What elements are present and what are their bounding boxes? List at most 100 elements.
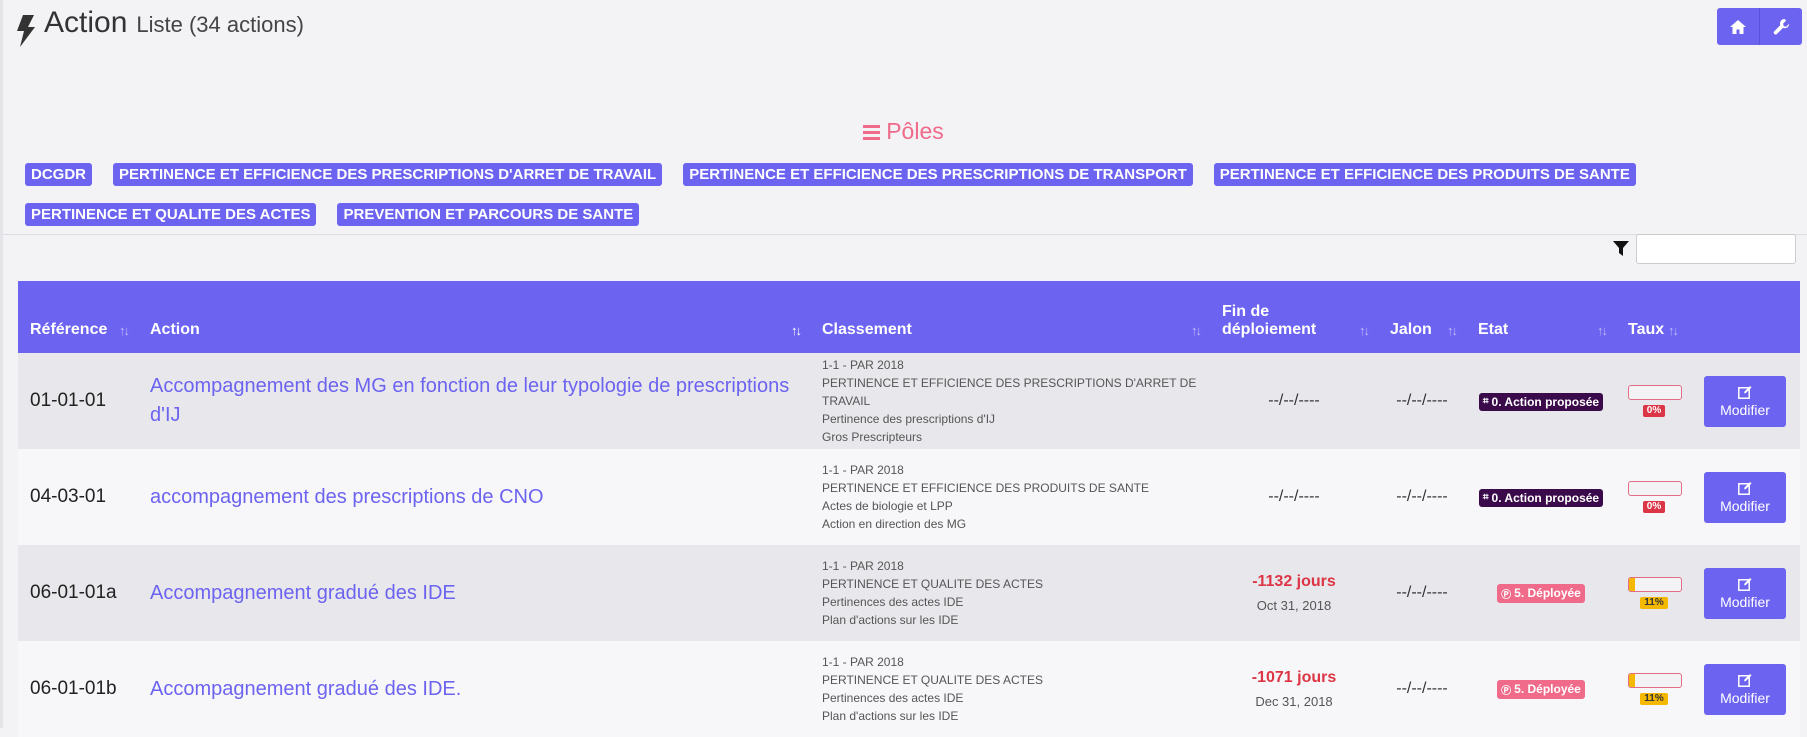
settings-button[interactable] xyxy=(1759,8,1802,45)
header-jalon[interactable]: Jalon ↑↓ xyxy=(1378,281,1466,353)
header-actions xyxy=(1692,281,1800,353)
cell-jalon: --/--/---- xyxy=(1378,545,1466,641)
modify-label: Modifier xyxy=(1720,497,1770,514)
page-subtitle: Liste (34 actions) xyxy=(136,12,304,37)
classement-line: PERTINENCE ET QUALITE DES ACTES xyxy=(822,577,1043,591)
status-badge: Ⓟ 5. Déployée xyxy=(1497,679,1585,699)
action-link[interactable]: accompagnement des prescriptions de CNO xyxy=(150,486,544,508)
action-link[interactable]: Accompagnement gradué des IDE xyxy=(150,582,456,604)
table-header-row: Référence ↑↓ Action ↑↓ Classement ↑↓ Fin de… xyxy=(18,281,1800,353)
cell-action: accompagnement des prescriptions de CNO xyxy=(138,449,810,545)
header-etat[interactable]: Etat ↑↓ xyxy=(1466,281,1616,353)
action-link[interactable]: Accompagnement gradué des IDE. xyxy=(150,678,461,700)
classement-line: Actes de biologie et LPP xyxy=(822,499,953,513)
classement-line: 1-1 - PAR 2018 xyxy=(822,559,904,573)
cell-classement: 1-1 - PAR 2018 PERTINENCE ET QUALITE DES… xyxy=(810,641,1210,737)
progress-label: 11% xyxy=(1640,596,1668,609)
cell-fin-deploiement: -1132 jours Oct 31, 2018 xyxy=(1210,545,1378,641)
edit-icon xyxy=(1738,577,1752,591)
fin-deploiement-date: Dec 31, 2018 xyxy=(1255,694,1333,709)
header-reference-label: Référence xyxy=(30,321,108,338)
actions-table: Référence ↑↓ Action ↑↓ Classement ↑↓ Fin de… xyxy=(18,281,1800,737)
pole-badge[interactable]: DCGDR xyxy=(25,163,92,186)
reference-text: 01-01-01 xyxy=(30,390,107,411)
cell-fin-deploiement: -1071 jours Dec 31, 2018 xyxy=(1210,641,1378,737)
cell-modify: Modifier xyxy=(1692,353,1800,449)
status-badge: ⌗ 0. Action proposée xyxy=(1478,488,1604,507)
status-label: 5. Déployée xyxy=(1514,586,1581,600)
cell-taux: 0% xyxy=(1616,353,1692,449)
sort-icon: ↑↓ xyxy=(1668,323,1679,338)
bolt-icon xyxy=(17,15,35,47)
edit-icon xyxy=(1738,481,1752,495)
classement-line: 1-1 - PAR 2018 xyxy=(822,463,904,477)
header-reference[interactable]: Référence ↑↓ xyxy=(18,281,138,353)
cell-taux: 11% xyxy=(1616,641,1692,737)
cell-action: Accompagnement des MG en fonction de leu… xyxy=(138,353,810,449)
classement-line: PERTINENCE ET EFFICIENCE DES PRESCRIPTIO… xyxy=(822,376,1197,408)
cell-reference: 06-01-01a xyxy=(18,545,138,641)
classement-line: Gros Prescripteurs xyxy=(822,430,923,444)
circle-p-icon: Ⓟ xyxy=(1501,685,1512,697)
cell-taux: 0% xyxy=(1616,449,1692,545)
header-fin-deploiement[interactable]: Fin de déploiement ↑↓ xyxy=(1210,281,1378,353)
cell-jalon: --/--/---- xyxy=(1378,449,1466,545)
modify-button[interactable]: Modifier xyxy=(1704,471,1786,523)
modify-button[interactable]: Modifier xyxy=(1704,375,1786,427)
pole-badge[interactable]: PREVENTION ET PARCOURS DE SANTE xyxy=(337,203,640,226)
status-badge: ⌗ 0. Action proposée xyxy=(1478,392,1604,411)
progress-label: 0% xyxy=(1642,500,1666,513)
status-badge: Ⓟ 5. Déployée xyxy=(1497,583,1585,603)
cell-reference: 04-03-01 xyxy=(18,449,138,545)
sort-icon: ↑↓ xyxy=(1359,323,1370,338)
reference-text: 04-03-01 xyxy=(30,486,107,507)
progress-bar xyxy=(1628,576,1682,592)
modify-label: Modifier xyxy=(1720,689,1770,706)
file-icon: ⌗ xyxy=(1482,492,1489,504)
jalon-value: --/--/---- xyxy=(1396,584,1448,601)
classement-line: Plan d'actions sur les IDE xyxy=(822,613,959,627)
poles-heading-text: Pôles xyxy=(886,118,944,144)
pole-badge[interactable]: PERTINENCE ET EFFICIENCE DES PRESCRIPTIO… xyxy=(113,163,663,186)
cell-etat: ⌗ 0. Action proposée xyxy=(1466,353,1616,449)
header-action[interactable]: Action ↑↓ xyxy=(138,281,810,353)
classement-line: Plan d'actions sur les IDE xyxy=(822,709,959,723)
header-classement[interactable]: Classement ↑↓ xyxy=(810,281,1210,353)
sort-icon: ↑↓ xyxy=(1191,323,1202,338)
cell-action: Accompagnement gradué des IDE. xyxy=(138,641,810,737)
progress-label: 0% xyxy=(1642,404,1666,417)
action-link[interactable]: Accompagnement des MG en fonction de leu… xyxy=(150,375,789,426)
header-classement-label: Classement xyxy=(822,321,912,338)
header-fin-label-1: Fin de xyxy=(1222,303,1270,320)
header-taux[interactable]: Taux ↑↓ xyxy=(1616,281,1692,353)
pole-badge[interactable]: PERTINENCE ET QUALITE DES ACTES xyxy=(25,203,317,226)
modify-button[interactable]: Modifier xyxy=(1704,663,1786,715)
pole-badge[interactable]: PERTINENCE ET EFFICIENCE DES PRESCRIPTIO… xyxy=(683,163,1193,186)
header-taux-label: Taux xyxy=(1628,321,1665,338)
poles-row-2: PERTINENCE ET QUALITE DES ACTES PREVENTI… xyxy=(25,203,660,226)
cell-etat: ⌗ 0. Action proposée xyxy=(1466,449,1616,545)
file-icon: ⌗ xyxy=(1482,396,1489,408)
classement-line: 1-1 - PAR 2018 xyxy=(822,358,904,372)
progress-label: 11% xyxy=(1640,692,1668,705)
header-action-label: Action xyxy=(150,321,200,338)
pole-badge[interactable]: PERTINENCE ET EFFICIENCE DES PRODUITS DE… xyxy=(1213,163,1636,186)
cell-modify: Modifier xyxy=(1692,545,1800,641)
page-left-edge xyxy=(0,0,3,728)
bars-icon xyxy=(863,125,881,141)
cell-reference: 06-01-01b xyxy=(18,641,138,737)
cell-fin-deploiement: --/--/---- xyxy=(1210,449,1378,545)
classement-line: Action en direction des MG xyxy=(822,517,967,531)
table-row: 06-01-01b Accompagnement gradué des IDE.… xyxy=(18,641,1800,737)
fin-deploiement-value: -1132 jours xyxy=(1252,573,1336,590)
home-button[interactable] xyxy=(1717,8,1759,45)
sort-icon: ↑↓ xyxy=(1447,323,1458,338)
cell-action: Accompagnement gradué des IDE xyxy=(138,545,810,641)
reference-text: 06-01-01b xyxy=(30,678,117,699)
filter-input[interactable] xyxy=(1636,234,1796,264)
header-fin-label-2: déploiement xyxy=(1222,321,1317,338)
modify-button[interactable]: Modifier xyxy=(1704,567,1786,619)
cell-classement: 1-1 - PAR 2018 PERTINENCE ET QUALITE DES… xyxy=(810,545,1210,641)
cell-jalon: --/--/---- xyxy=(1378,641,1466,737)
page-header: Action Liste (34 actions) xyxy=(14,6,304,56)
